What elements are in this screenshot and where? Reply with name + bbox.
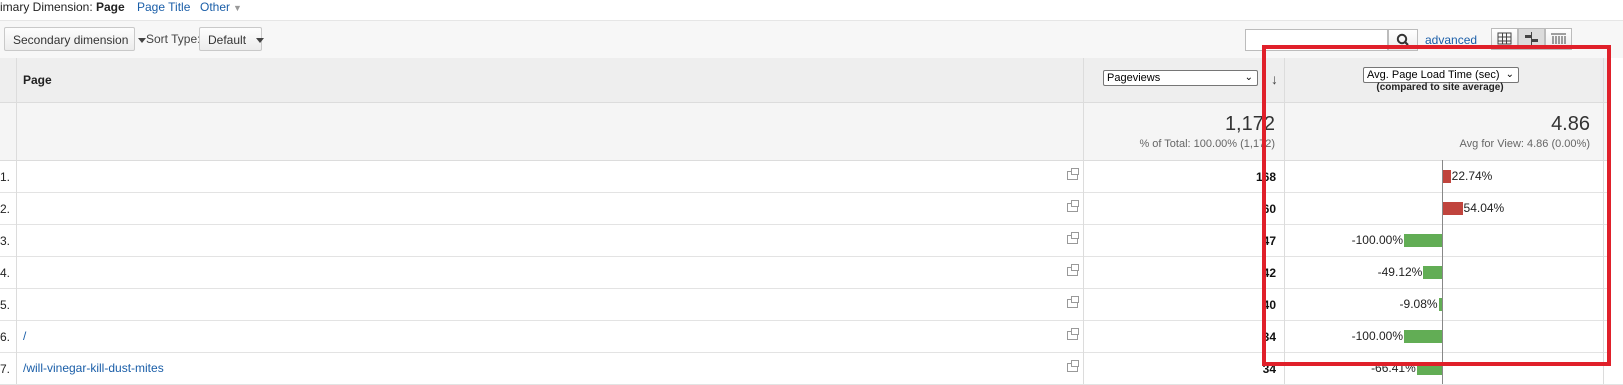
open-page-external-icon[interactable] (1067, 264, 1079, 276)
row-number: 2. (0, 202, 11, 216)
avg-load-time: 4.86 (1551, 113, 1590, 135)
comparison-bar (1442, 170, 1451, 183)
summary-row: 1,172 % of Total: 100.00% (1,172) 4.86 A… (0, 103, 1623, 161)
comparison-bar (1442, 202, 1463, 215)
search-icon (1396, 33, 1409, 46)
row-number: 1. (0, 170, 11, 184)
secondary-dimension-dropdown[interactable]: Secondary dimension (4, 27, 147, 51)
table-row: 1. 168 22.74% (0, 161, 1623, 193)
data-table-view-button[interactable] (1491, 28, 1518, 50)
row-pageviews: 60 (1262, 202, 1276, 216)
column-divider (16, 58, 17, 384)
primary-dimension-page[interactable]: Page (96, 0, 125, 14)
table-row: 6. / 34 -100.00% (0, 321, 1623, 353)
comparison-bar (1423, 266, 1442, 279)
column-divider (1603, 58, 1604, 384)
pivot-icon (1551, 33, 1566, 44)
term-cloud-view-button[interactable] (1545, 28, 1572, 50)
comparison-percent: 54.04% (1463, 201, 1505, 215)
open-page-external-icon[interactable] (1067, 360, 1079, 372)
grid-icon (1497, 32, 1512, 45)
secondary-dimension-label: Secondary dimension (13, 33, 129, 47)
page-link[interactable]: / (23, 329, 26, 343)
table-row: 5. 40 -9.08% (0, 289, 1623, 321)
load-time-compare-note: (compared to site average) (1376, 82, 1504, 93)
table-header: Page Pageviews ⌄ ↓ Avg. Page Load Time (s… (0, 58, 1623, 103)
total-pageviews-percent: % of Total: 100.00% (1,172) (1139, 138, 1275, 150)
scrollbar-track[interactable] (1607, 58, 1623, 384)
row-number: 5. (0, 298, 11, 312)
sort-type-value: Default (208, 33, 247, 47)
total-pageviews: 1,172 (1224, 113, 1275, 135)
open-page-external-icon[interactable] (1067, 168, 1079, 180)
table-row: 2. 60 54.04% (0, 193, 1623, 225)
row-pageviews: 168 (1255, 170, 1276, 184)
caret-down-icon: ▼ (233, 3, 242, 13)
comparison-view-button[interactable] (1518, 28, 1545, 50)
column-divider (1083, 58, 1084, 384)
row-pageviews: 34 (1262, 330, 1276, 344)
load-time-metric-select[interactable]: Avg. Page Load Time (sec) ⌄ (1363, 67, 1519, 83)
table-search-input[interactable] (1245, 29, 1388, 51)
avg-load-time-for-view: Avg for View: 4.86 (0.00%) (1459, 138, 1590, 150)
primary-dimension-label: rimary Dimension: (0, 0, 93, 14)
primary-dimension-bar: rimary Dimension: Page Page Title Other ▼ (0, 0, 1623, 20)
sort-descending-icon[interactable]: ↓ (1271, 71, 1278, 87)
table-row: 3. 47 -100.00% (0, 225, 1623, 257)
open-page-external-icon[interactable] (1067, 296, 1079, 308)
comparison-percent: -100.00% (1351, 233, 1403, 247)
comparison-percent: -9.08% (1399, 297, 1438, 311)
primary-dimension-page-title[interactable]: Page Title (137, 0, 190, 14)
open-page-external-icon[interactable] (1067, 328, 1079, 340)
open-page-external-icon[interactable] (1067, 200, 1079, 212)
comparison-percent: -100.00% (1351, 329, 1403, 343)
pageviews-metric-label: Pageviews (1107, 72, 1161, 84)
row-pageviews: 42 (1262, 266, 1276, 280)
row-number: 6. (0, 330, 11, 344)
row-number: 4. (0, 266, 11, 280)
row-pageviews: 40 (1262, 298, 1276, 312)
open-page-external-icon[interactable] (1067, 232, 1079, 244)
search-button[interactable] (1388, 29, 1418, 51)
row-number: 3. (0, 234, 11, 248)
comparison-bar (1404, 234, 1442, 247)
table-row: 7. /will-vinegar-kill-dust-mites 34 -66.41% (0, 353, 1623, 385)
chevron-down-icon (256, 38, 265, 44)
sort-type-dropdown[interactable]: Default (199, 27, 265, 51)
comparison-percent: -66.41% (1371, 361, 1416, 375)
primary-dimension-other[interactable]: Other ▼ (200, 0, 242, 14)
comparison-bar (1416, 362, 1442, 375)
chevron-down-icon: ⌄ (1244, 72, 1253, 83)
page-link[interactable]: /will-vinegar-kill-dust-mites (23, 361, 164, 375)
page-column-header[interactable]: Page (23, 73, 52, 87)
load-time-metric-label: Avg. Page Load Time (sec) (1367, 69, 1500, 81)
comparison-percent: -49.12% (1377, 265, 1423, 279)
advanced-filter-link[interactable]: advanced (1425, 33, 1477, 47)
comparison-percent: 22.74% (1451, 169, 1493, 183)
row-number: 7. (0, 362, 11, 376)
chevron-down-icon: ⌄ (1505, 69, 1514, 80)
other-label: Other (200, 0, 231, 14)
sort-type-label: Sort Type: (146, 32, 201, 46)
comparison-zero-axis (1442, 160, 1443, 384)
pageviews-metric-select[interactable]: Pageviews ⌄ (1103, 70, 1258, 86)
row-pageviews: 47 (1262, 234, 1276, 248)
table-toolbar: Secondary dimension Sort Type: Default a… (0, 20, 1623, 59)
comparison-icon (1525, 32, 1538, 45)
column-divider (1284, 58, 1285, 384)
row-pageviews: 34 (1262, 362, 1276, 376)
comparison-bar (1404, 330, 1442, 343)
table-row: 4. 42 -49.12% (0, 257, 1623, 289)
